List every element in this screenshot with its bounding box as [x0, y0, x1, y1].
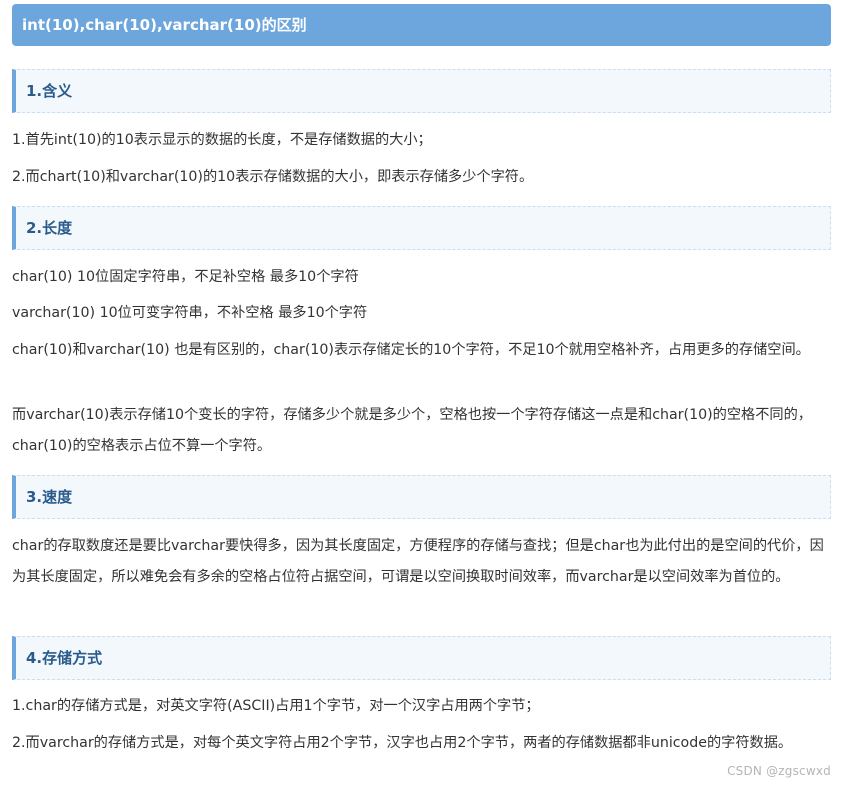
paragraph: char的存取数度还是要比varchar要快得多，因为其长度固定，方便程序的存储… [12, 538, 824, 585]
paragraph: 而varchar(10)表示存储10个变长的字符，存储多少个就是多少个，空格也按… [12, 407, 812, 454]
section-heading-storage: 4.存储方式 [12, 636, 831, 680]
section-heading-speed: 3.速度 [12, 475, 831, 519]
section-heading-length: 2.长度 [12, 206, 831, 250]
paragraph: char(10) 10位固定字符串，不足补空格 最多10个字符 [12, 269, 359, 285]
section-heading-meaning: 1.含义 [12, 69, 831, 113]
article-title: int(10),char(10),varchar(10)的区别 [12, 4, 831, 46]
paragraph: 2.而chart(10)和varchar(10)的10表示存储数据的大小，即表示… [12, 169, 534, 185]
paragraph: 1.char的存储方式是，对英文字符(ASCII)占用1个字节，对一个汉字占用两… [12, 698, 540, 714]
paragraph: varchar(10) 10位可变字符串，不补空格 最多10个字符 [12, 305, 368, 321]
paragraph: 1.首先int(10)的10表示显示的数据的长度，不是存储数据的大小； [12, 132, 432, 148]
paragraph: 2.而varchar的存储方式是，对每个英文字符占用2个字节，汉字也占用2个字节… [12, 735, 793, 751]
paragraph: char(10)和varchar(10) 也是有区别的，char(10)表示存储… [12, 342, 810, 358]
csdn-watermark: CSDN @zgscwxd [727, 764, 831, 778]
